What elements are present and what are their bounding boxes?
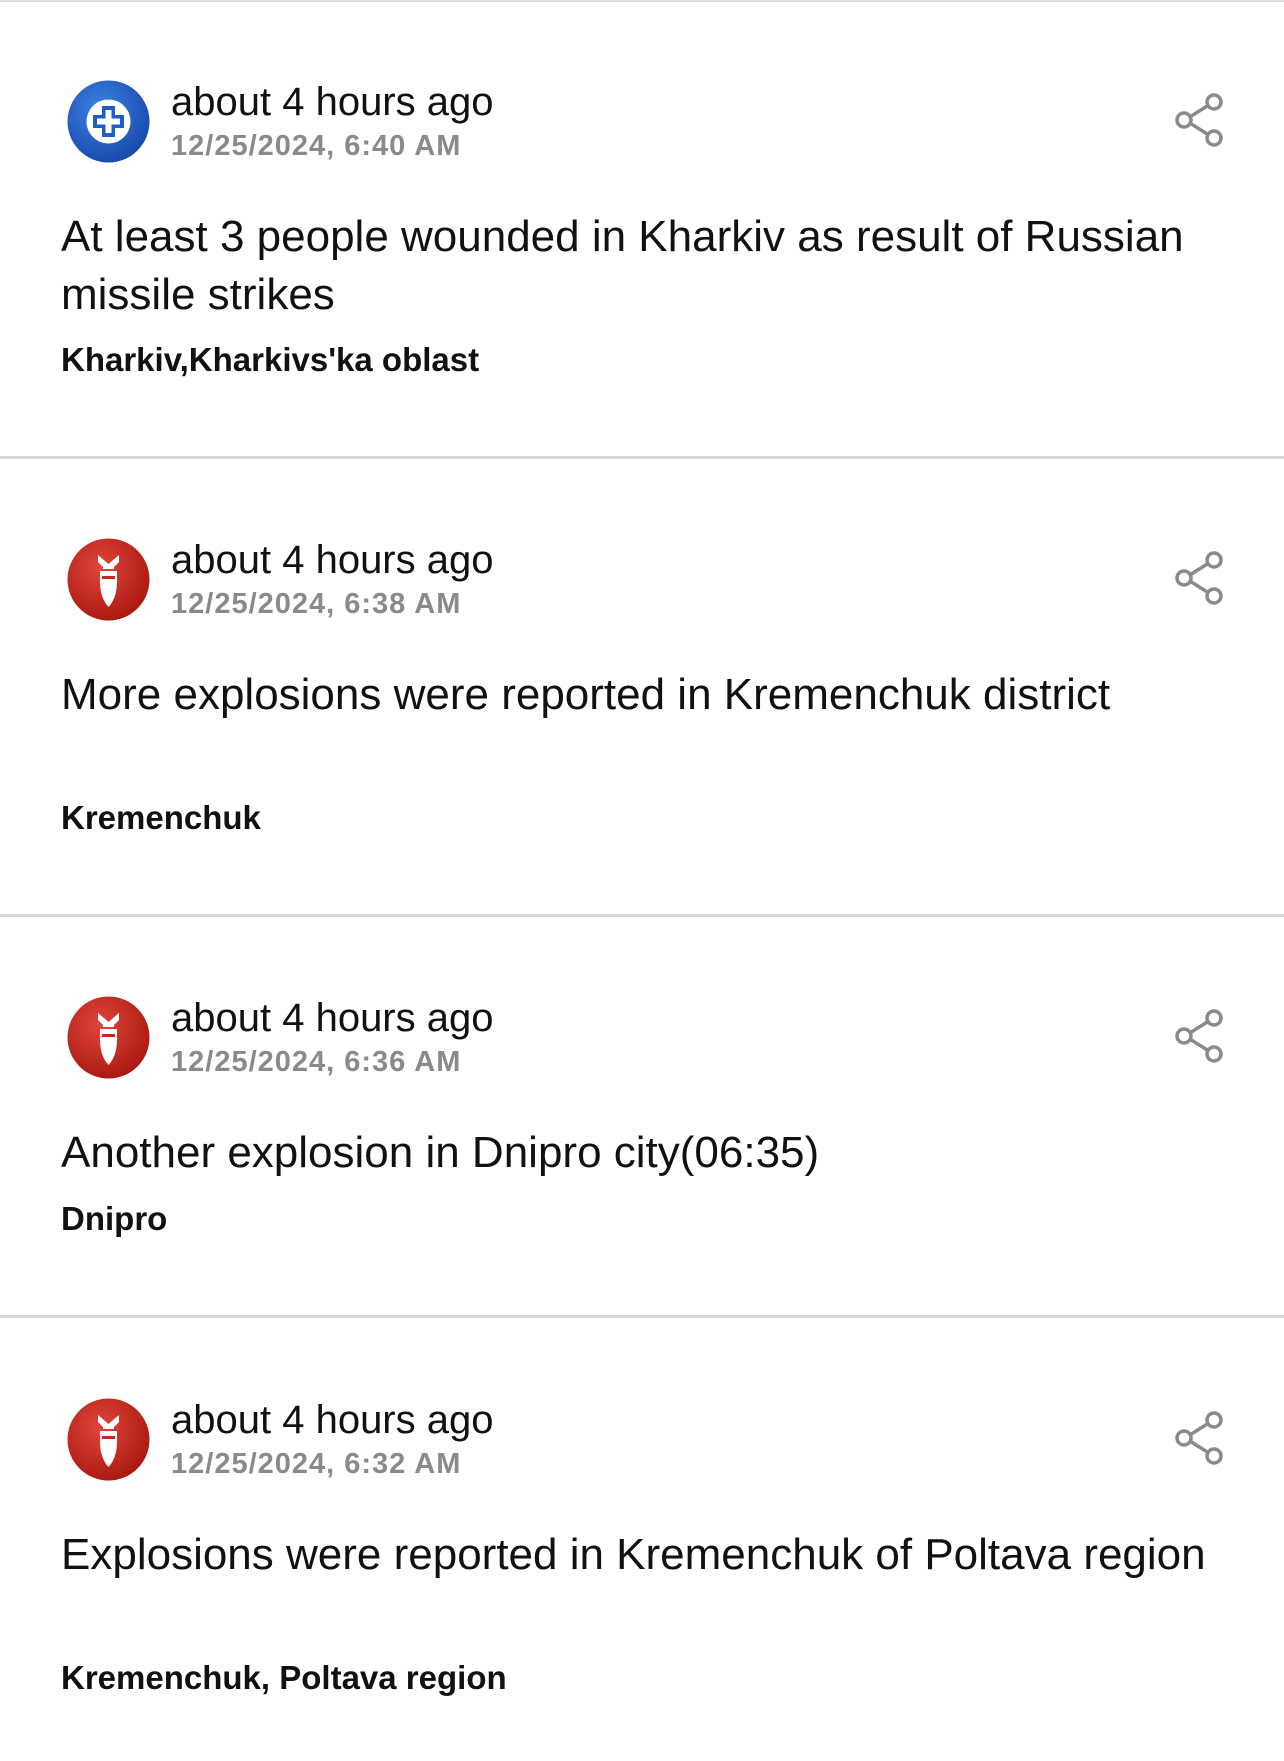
location-label: Kremenchuk, Poltava region xyxy=(61,1659,507,1696)
time-ago: about 4 hours ago xyxy=(171,996,494,1040)
news-feed: about 4 hours ago 12/25/2024, 6:40 AM At… xyxy=(0,0,1284,1761)
share-icon xyxy=(1175,93,1223,147)
share-icon xyxy=(1175,551,1223,605)
location-label: Kharkiv,Kharkivs'ka oblast xyxy=(61,341,480,378)
share-icon xyxy=(1175,1411,1223,1465)
time-ago: about 4 hours ago xyxy=(171,80,494,124)
share-button[interactable] xyxy=(1174,1008,1226,1064)
location-label: Dnipro xyxy=(61,1200,168,1237)
headline: Another explosion in Dnipro city(06:35) xyxy=(61,1128,820,1177)
location-label: Kremenchuk xyxy=(61,799,261,836)
bomb-icon xyxy=(67,538,150,621)
headline: At least 3 people wounded in Kharkiv as … xyxy=(61,212,1184,319)
share-icon xyxy=(1175,1009,1223,1063)
timestamp: 12/25/2024, 6:36 AM xyxy=(171,1046,462,1078)
time-ago: about 4 hours ago xyxy=(171,538,494,582)
feed-item[interactable]: about 4 hours ago 12/25/2024, 6:32 AM Ex… xyxy=(0,1318,1284,1761)
medical-cross-icon xyxy=(67,80,150,163)
bomb-icon xyxy=(67,1398,150,1481)
bomb-icon xyxy=(67,996,150,1079)
share-button[interactable] xyxy=(1174,92,1226,148)
timestamp: 12/25/2024, 6:40 AM xyxy=(171,130,462,162)
timestamp: 12/25/2024, 6:38 AM xyxy=(171,588,462,620)
feed-item[interactable]: about 4 hours ago 12/25/2024, 6:40 AM At… xyxy=(0,0,1284,459)
headline: More explosions were reported in Kremenc… xyxy=(61,670,1111,719)
time-ago: about 4 hours ago xyxy=(171,1398,494,1442)
share-button[interactable] xyxy=(1174,550,1226,606)
share-button[interactable] xyxy=(1174,1410,1226,1466)
feed-item[interactable]: about 4 hours ago 12/25/2024, 6:36 AM An… xyxy=(0,917,1284,1318)
headline: Explosions were reported in Kremenchuk o… xyxy=(61,1530,1206,1579)
timestamp: 12/25/2024, 6:32 AM xyxy=(171,1448,462,1480)
feed-item[interactable]: about 4 hours ago 12/25/2024, 6:38 AM Mo… xyxy=(0,459,1284,917)
